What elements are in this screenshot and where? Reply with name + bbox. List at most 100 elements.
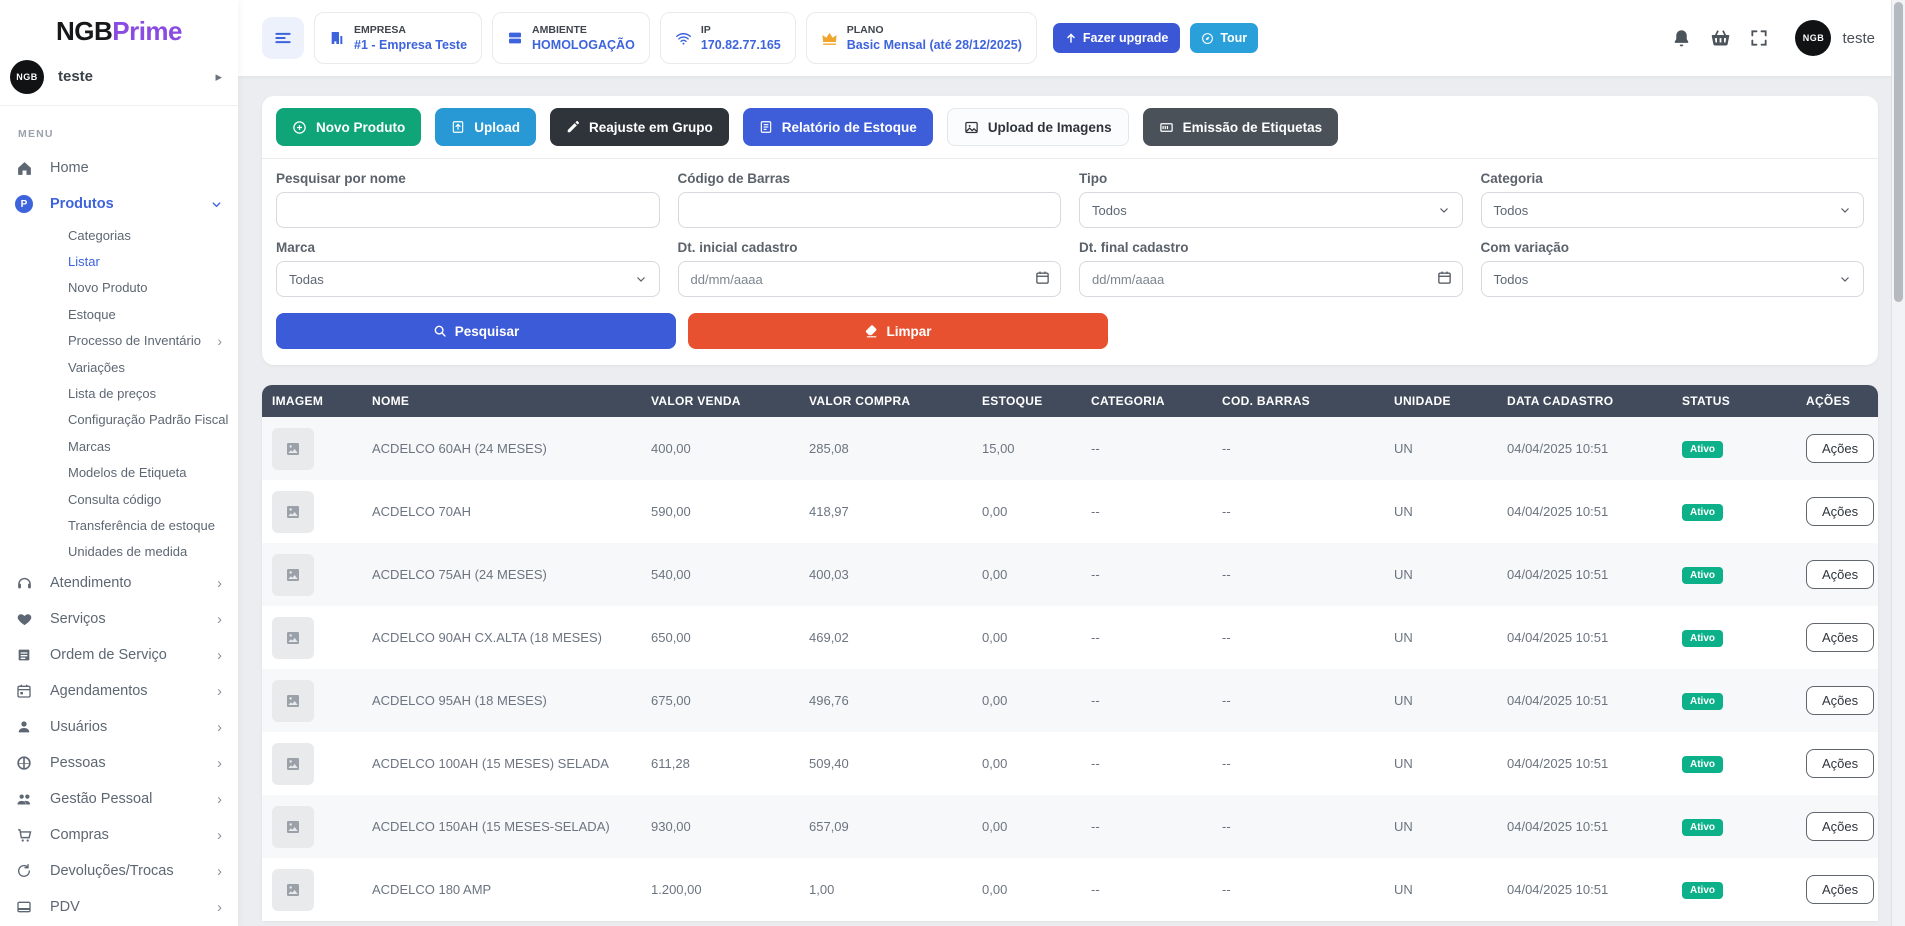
sidebar-item-servicos[interactable]: Serviços › bbox=[0, 601, 238, 637]
plus-circle-icon bbox=[292, 120, 307, 135]
table-row[interactable]: ACDELCO 70AH 590,00 418,97 0,00 -- -- UN… bbox=[262, 480, 1878, 543]
sidebar-user[interactable]: NGB teste ▸ bbox=[0, 48, 238, 106]
novo-produto-button[interactable]: Novo Produto bbox=[276, 108, 421, 146]
upgrade-label: Fazer upgrade bbox=[1083, 31, 1168, 45]
submenu-item[interactable]: Configuração Padrão Fiscal › bbox=[0, 407, 238, 433]
marca-select[interactable]: Todas bbox=[276, 261, 660, 297]
sidebar-item-home[interactable]: Home bbox=[0, 150, 238, 186]
page-scrollbar[interactable] bbox=[1891, 0, 1905, 926]
submenu-item[interactable]: Consulta código › bbox=[0, 486, 238, 512]
submenu-item[interactable]: Marcas › bbox=[0, 433, 238, 459]
submenu-item[interactable]: Processo de Inventário › bbox=[0, 328, 238, 354]
submenu-item[interactable]: Lista de preços › bbox=[0, 380, 238, 406]
dt-inicial-input[interactable] bbox=[678, 261, 1062, 297]
cell-acoes: Ações bbox=[1796, 858, 1878, 921]
acoes-button[interactable]: Ações bbox=[1806, 560, 1874, 589]
acoes-button[interactable]: Ações bbox=[1806, 434, 1874, 463]
submenu-item[interactable]: Novo Produto › bbox=[0, 275, 238, 301]
table-row[interactable]: ACDELCO 180 AMP 1.200,00 1,00 0,00 -- --… bbox=[262, 858, 1878, 921]
sidebar-item-agendamentos[interactable]: Agendamentos › bbox=[0, 673, 238, 709]
button-label: Novo Produto bbox=[316, 120, 405, 135]
scrollbar-thumb[interactable] bbox=[1894, 2, 1903, 302]
sidebar-item-label: Devoluções/Trocas bbox=[50, 863, 217, 879]
nome-input[interactable] bbox=[276, 192, 660, 228]
sidebar-item-compras[interactable]: Compras › bbox=[0, 817, 238, 853]
sidebar-item-devolucoes[interactable]: Devoluções/Trocas › bbox=[0, 853, 238, 889]
filter-label: Código de Barras bbox=[678, 171, 1062, 186]
status-badge: Ativo bbox=[1682, 693, 1723, 710]
relatorio-estoque-button[interactable]: Relatório de Estoque bbox=[743, 108, 933, 146]
table-row[interactable]: ACDELCO 90AH CX.ALTA (18 MESES) 650,00 4… bbox=[262, 606, 1878, 669]
acoes-button[interactable]: Ações bbox=[1806, 686, 1874, 715]
upgrade-button[interactable]: Fazer upgrade bbox=[1053, 23, 1180, 53]
empresa-value: #1 - Empresa Teste bbox=[354, 38, 467, 52]
cell-categoria: -- bbox=[1081, 606, 1212, 669]
submenu-item[interactable]: Transferência de estoque › bbox=[0, 512, 238, 538]
submenu-item[interactable]: Unidades de medida › bbox=[0, 539, 238, 565]
submenu-item[interactable]: Categorias › bbox=[0, 222, 238, 248]
acoes-button[interactable]: Ações bbox=[1806, 875, 1874, 904]
submenu-item[interactable]: Listar › bbox=[0, 248, 238, 274]
filter-label: Categoria bbox=[1481, 171, 1865, 186]
cell-valor-venda: 675,00 bbox=[641, 669, 799, 732]
sidebar-item-ordem-servico[interactable]: Ordem de Serviço › bbox=[0, 637, 238, 673]
label-tag-icon bbox=[1159, 120, 1174, 135]
sidebar-item-atendimento[interactable]: Atendimento › bbox=[0, 565, 238, 601]
filter-codigo-barras: Código de Barras bbox=[678, 171, 1062, 228]
table-row[interactable]: ACDELCO 95AH (18 MESES) 675,00 496,76 0,… bbox=[262, 669, 1878, 732]
pesquisar-button[interactable]: Pesquisar bbox=[276, 313, 676, 349]
acoes-button[interactable]: Ações bbox=[1806, 497, 1874, 526]
menu-toggle-button[interactable] bbox=[262, 17, 304, 59]
upload-button[interactable]: Upload bbox=[435, 108, 536, 146]
filter-label: Dt. inicial cadastro bbox=[678, 240, 1062, 255]
table-row[interactable]: ACDELCO 60AH (24 MESES) 400,00 285,08 15… bbox=[262, 417, 1878, 480]
selected-value: Todos bbox=[1092, 203, 1127, 218]
chevron-right-icon: › bbox=[217, 828, 222, 843]
submenu-item[interactable]: Estoque › bbox=[0, 301, 238, 327]
button-label: Upload de Imagens bbox=[988, 120, 1112, 135]
sidebar-item-pdv[interactable]: PDV › bbox=[0, 889, 238, 925]
acoes-button[interactable]: Ações bbox=[1806, 749, 1874, 778]
headset-icon bbox=[14, 575, 34, 592]
sidebar-item-label: Atendimento bbox=[50, 575, 217, 591]
chevron-down-icon bbox=[635, 273, 647, 285]
cell-valor-compra: 1,00 bbox=[799, 858, 972, 921]
table-row[interactable]: ACDELCO 75AH (24 MESES) 540,00 400,03 0,… bbox=[262, 543, 1878, 606]
sidebar-item-gestao-pessoal[interactable]: Gestão Pessoal › bbox=[0, 781, 238, 817]
notifications-button[interactable] bbox=[1667, 24, 1696, 53]
upload-imagens-button[interactable]: Upload de Imagens bbox=[947, 108, 1129, 146]
sidebar-item-produtos[interactable]: P Produtos bbox=[0, 186, 238, 222]
emissao-etiquetas-button[interactable]: Emissão de Etiquetas bbox=[1143, 108, 1339, 146]
acoes-button[interactable]: Ações bbox=[1806, 623, 1874, 652]
categoria-select[interactable]: Todos bbox=[1481, 192, 1865, 228]
cell-imagem bbox=[262, 669, 362, 732]
basket-button[interactable] bbox=[1706, 24, 1735, 53]
submenu-item-label: Modelos de Etiqueta bbox=[68, 465, 187, 480]
submenu-item[interactable]: Variações › bbox=[0, 354, 238, 380]
com-variacao-select[interactable]: Todos bbox=[1481, 261, 1865, 297]
limpar-button[interactable]: Limpar bbox=[688, 313, 1108, 349]
acoes-button[interactable]: Ações bbox=[1806, 812, 1874, 841]
tipo-select[interactable]: Todos bbox=[1079, 192, 1463, 228]
dt-final-input[interactable] bbox=[1079, 261, 1463, 297]
codigo-barras-input[interactable] bbox=[678, 192, 1062, 228]
cell-estoque: 15,00 bbox=[972, 417, 1081, 480]
reajuste-grupo-button[interactable]: Reajuste em Grupo bbox=[550, 108, 729, 146]
table-row[interactable]: ACDELCO 150AH (15 MESES-SELADA) 930,00 6… bbox=[262, 795, 1878, 858]
cell-cod-barras: -- bbox=[1212, 669, 1384, 732]
submenu-item[interactable]: Modelos de Etiqueta › bbox=[0, 460, 238, 486]
cell-valor-venda: 930,00 bbox=[641, 795, 799, 858]
sidebar-item-usuarios[interactable]: Usuários › bbox=[0, 709, 238, 745]
topbar-user[interactable]: NGB teste bbox=[1795, 20, 1875, 56]
submenu-item-label: Variações bbox=[68, 360, 125, 375]
cell-unidade: UN bbox=[1384, 858, 1497, 921]
tour-label: Tour bbox=[1220, 31, 1247, 45]
sidebar-item-pessoas[interactable]: Pessoas › bbox=[0, 745, 238, 781]
products-icon: P bbox=[14, 195, 34, 213]
chevron-right-icon: › bbox=[217, 576, 222, 591]
tour-button[interactable]: Tour bbox=[1190, 23, 1258, 53]
fullscreen-button[interactable] bbox=[1745, 24, 1773, 52]
cell-data-cadastro: 04/04/2025 10:51 bbox=[1497, 669, 1672, 732]
chevron-right-icon: › bbox=[217, 756, 222, 771]
table-row[interactable]: ACDELCO 100AH (15 MESES) SELADA 611,28 5… bbox=[262, 732, 1878, 795]
